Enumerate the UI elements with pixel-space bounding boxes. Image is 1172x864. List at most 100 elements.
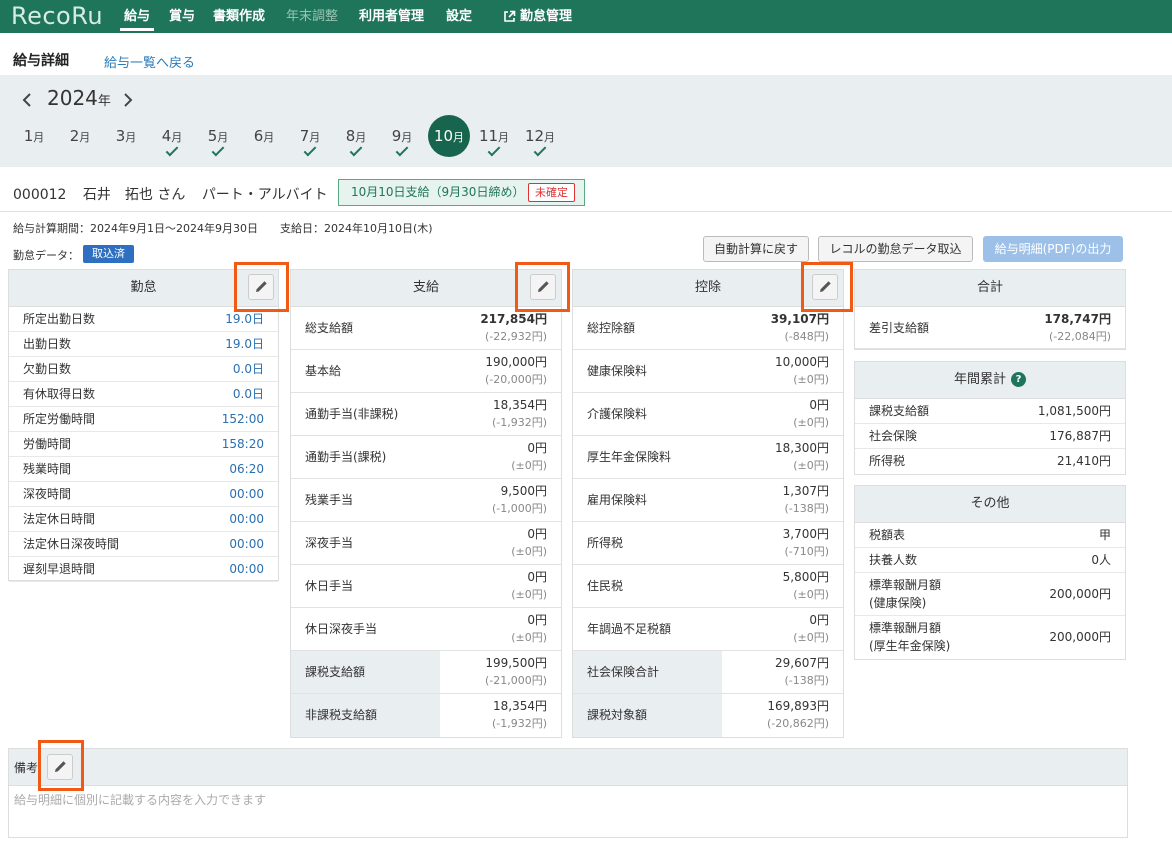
row-amount: 0円 (±0円) <box>511 525 547 561</box>
summary-row: 課税支給額 199,500円 (-21,000円) <box>291 651 561 694</box>
summary-row: 社会保険合計 29,607円 (-138円) <box>573 651 843 694</box>
list-item: 税額表甲 <box>855 523 1125 548</box>
nav-kyuyo[interactable]: 給与 <box>119 0 155 33</box>
month-10-selected[interactable]: 10月 <box>428 115 470 157</box>
kojo-panel: 控除 総控除額 39,107円 (-848円) 健康保険料 10,000円 (±0円) 介護… <box>572 269 844 738</box>
highlight-box <box>515 262 570 312</box>
row-value: 0.0日 <box>232 387 264 401</box>
row-label: 深夜時間 <box>23 487 72 501</box>
row-label: 雇用保険料 <box>587 493 648 507</box>
net-pay-row: 差引支給額 178,747円 (-22,084円) <box>855 307 1125 349</box>
row-amount: 190,000円 (-20,000円) <box>485 353 547 389</box>
row-amount: 0円 (±0円) <box>793 396 829 432</box>
remarks-panel: 備考 給与明細に個別に記載する内容を入力できます <box>8 748 1128 838</box>
amount-diff: (±0円) <box>511 631 547 644</box>
row-amount: 169,893円 (-20,862円) <box>767 697 829 733</box>
row-label: 休日深夜手当 <box>305 622 378 636</box>
employee-name: 石井 拓也 さん <box>82 187 186 203</box>
amount-diff: (-21,000円) <box>484 674 547 687</box>
top-navbar: RecoRu 給与 賞与 書類作成 年末調整 利用者管理 設定 勤怠管理 <box>0 0 1172 33</box>
amount-value: 0円 <box>527 613 547 627</box>
chevron-right-icon <box>124 93 133 107</box>
row-label: 残業手当 <box>305 493 354 507</box>
amount-diff: (-1,932円) <box>491 717 547 730</box>
nav-riyosha[interactable]: 利用者管理 <box>359 0 424 33</box>
list-item: 課税支給額 1,081,500円 <box>855 399 1125 424</box>
row-label: 課税支給額 <box>305 665 366 679</box>
row-label: 法定休日深夜時間 <box>23 537 120 551</box>
shikyu-panel: 支給 総支給額 217,854円 (-22,932円) 基本給 190,000円 (-20… <box>290 269 562 738</box>
row-label: 有休取得日数 <box>23 387 96 401</box>
amount-diff: (±0円) <box>793 373 829 386</box>
kintai-row: 有休取得日数 0.0日 <box>9 382 278 407</box>
highlight-box <box>234 262 289 312</box>
month-4[interactable]: 4月 <box>151 118 193 160</box>
row-label: 非課税支給額 <box>305 708 378 722</box>
row-amount: 3,700円 (-710円) <box>783 525 829 561</box>
pay-date-text: 10月10日支給（9月30日締め） <box>351 185 525 199</box>
amount-row: 介護保険料 0円 (±0円) <box>573 393 843 436</box>
next-year-button[interactable] <box>121 92 135 112</box>
page-title: 給与詳細 <box>13 53 69 69</box>
month-8[interactable]: 8月 <box>335 118 377 160</box>
row-amount: 0円 (±0円) <box>511 568 547 604</box>
row-label: 総控除額 <box>587 321 636 335</box>
check-icon <box>487 143 501 157</box>
month-12[interactable]: 12月 <box>519 118 561 160</box>
amount-diff: (±0円) <box>793 416 829 429</box>
gokei-panel: 合計 差引支給額 178,747円 (-22,084円) <box>854 269 1126 350</box>
row-amount: 5,800円 (±0円) <box>783 568 829 604</box>
highlight-box <box>801 262 853 312</box>
month-1[interactable]: 1月 <box>13 118 55 160</box>
kintai-row: 所定労働時間 152:00 <box>9 407 278 432</box>
check-icon <box>211 143 225 157</box>
row-label: 所定出勤日数 <box>23 312 96 326</box>
nav-settei[interactable]: 設定 <box>446 0 472 33</box>
help-icon[interactable]: ? <box>1011 372 1026 387</box>
nenkan-header: 年間累計? <box>855 362 1125 399</box>
amount-value: 0円 <box>809 398 829 412</box>
row-value: 00:00 <box>229 512 264 526</box>
reset-auto-calc-button[interactable]: 自動計算に戻す <box>703 236 809 262</box>
check-icon <box>303 143 317 157</box>
import-attendance-button[interactable]: レコルの勤怠データ取込 <box>818 236 973 262</box>
year-display: 2024年 <box>47 86 111 110</box>
month-9[interactable]: 9月 <box>381 118 423 160</box>
back-to-list-link[interactable]: 給与一覧へ戻る <box>104 52 195 71</box>
amount-diff: (-20,000円) <box>484 373 547 386</box>
app-logo[interactable]: RecoRu <box>11 2 103 31</box>
row-amount: 9,500円 (-1,000円) <box>492 482 547 518</box>
check-icon <box>533 143 547 157</box>
month-3[interactable]: 3月 <box>105 118 147 160</box>
amount-row: 通勤手当(課税) 0円 (±0円) <box>291 436 561 479</box>
month-2[interactable]: 2月 <box>59 118 101 160</box>
remarks-header: 備考 <box>9 749 1127 786</box>
attendance-data-label: 勤怠データ： <box>13 249 79 262</box>
row-label: 通勤手当(非課税) <box>305 407 399 421</box>
amount-value: 9,500円 <box>500 484 547 498</box>
sonota-panel: その他 税額表甲 扶養人数 0人 標準報酬月額 (健康保険) 200,000円 標準報… <box>854 485 1126 660</box>
month-7[interactable]: 7月 <box>289 118 331 160</box>
month-6[interactable]: 6月 <box>243 118 285 160</box>
amount-row: 通勤手当(非課税) 18,354円 (-1,932円) <box>291 393 561 436</box>
month-11[interactable]: 11月 <box>473 118 515 160</box>
nenkan-panel: 年間累計? 課税支給額 1,081,500円 社会保険 176,887円 所得税 21… <box>854 361 1126 475</box>
nav-shoyo[interactable]: 賞与 <box>169 0 195 33</box>
row-value: 00:00 <box>229 537 264 551</box>
nav-kintai-link[interactable]: 勤怠管理 <box>503 0 572 33</box>
row-label: 課税対象額 <box>587 708 648 722</box>
amount-value: 5,800円 <box>782 570 829 584</box>
remarks-input[interactable]: 給与明細に個別に記載する内容を入力できます <box>14 791 266 808</box>
row-label: 介護保険料 <box>587 407 648 421</box>
row-amount: 18,354円 (-1,932円) <box>492 697 547 733</box>
amount-value: 18,300円 <box>775 441 829 455</box>
row-amount: 1,307円 (-138円) <box>783 482 829 518</box>
row-amount: 0円 (±0円) <box>511 439 547 475</box>
prev-year-button[interactable] <box>20 92 34 112</box>
amount-value: 217,854円 <box>480 312 547 326</box>
month-5[interactable]: 5月 <box>197 118 239 160</box>
export-pdf-button: 給与明細(PDF)の出力 <box>983 236 1123 262</box>
amount-row: 健康保険料 10,000円 (±0円) <box>573 350 843 393</box>
nav-shorui[interactable]: 書類作成 <box>213 0 265 33</box>
kintai-row: 出勤日数 19.0日 <box>9 332 278 357</box>
